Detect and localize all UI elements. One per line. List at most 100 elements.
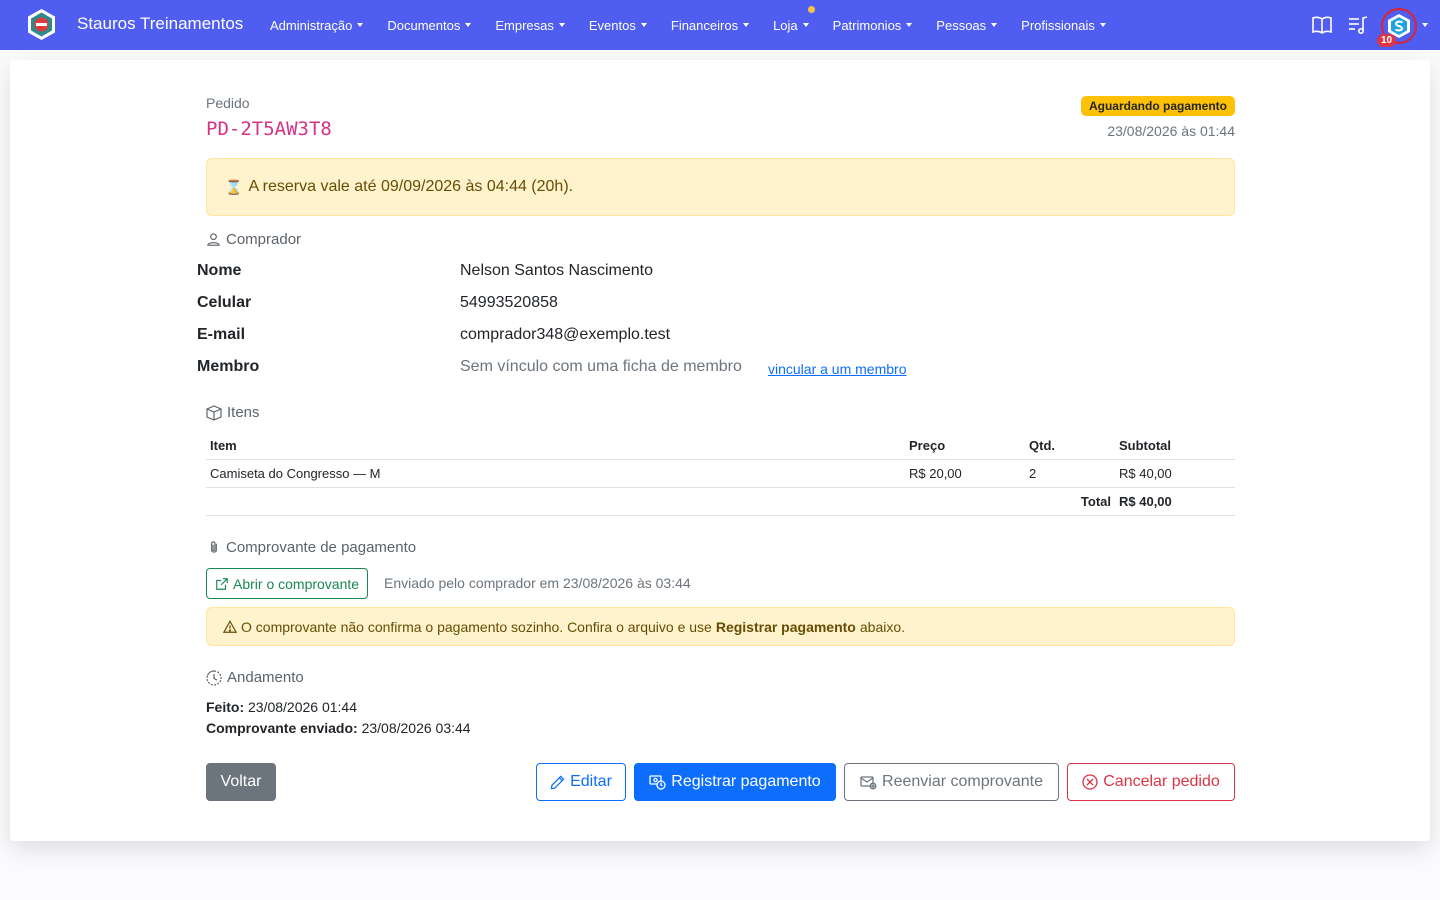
warning-suffix: abaixo. bbox=[859, 618, 906, 635]
user-avatar-button[interactable]: 10 bbox=[1377, 8, 1417, 47]
buyer-phone: 54993520858 bbox=[460, 294, 558, 311]
phone-label: Celular bbox=[197, 294, 252, 311]
link-member-link[interactable]: vincular a um membro bbox=[768, 361, 907, 377]
email-label: E-mail bbox=[197, 326, 246, 343]
menu-label: Empresas bbox=[495, 17, 554, 33]
menu-label: Patrimonios bbox=[832, 17, 902, 33]
warning-triangle-icon bbox=[223, 619, 237, 633]
order-date: 23/08/2026 às 01:44 bbox=[1107, 123, 1235, 139]
button-label: Abrir o comprovante bbox=[233, 575, 360, 592]
brand-logo-icon[interactable] bbox=[25, 8, 58, 41]
menu-label: Pessoas bbox=[936, 17, 987, 33]
header-subtotal: Subtotal bbox=[1115, 432, 1235, 460]
items-section-title: Itens bbox=[206, 404, 260, 421]
menu-empresas[interactable]: Empresas bbox=[495, 18, 565, 33]
caret-down-icon bbox=[1099, 23, 1106, 28]
cell-item: Camiseta do Congresso — M bbox=[206, 459, 905, 488]
menu-administracao[interactable]: Administração bbox=[270, 17, 364, 33]
menu-loja[interactable]: Loja bbox=[773, 5, 815, 33]
menu-label: Eventos bbox=[588, 17, 636, 33]
caret-down-icon bbox=[906, 23, 913, 28]
register-payment-button[interactable]: Registrar pagamento bbox=[634, 763, 836, 801]
table-header-row: Item Preço Qtd. Subtotal bbox=[206, 432, 1235, 460]
external-link-icon bbox=[216, 577, 228, 590]
total-value: R$ 40,00 bbox=[1115, 487, 1235, 516]
notification-count-badge: 10 bbox=[1377, 34, 1397, 47]
clock-history-icon bbox=[206, 669, 222, 686]
edit-button[interactable]: Editar bbox=[536, 763, 626, 801]
made-label: Feito: bbox=[206, 699, 245, 715]
brand-name[interactable]: Stauros Treinamentos bbox=[77, 14, 243, 34]
section-label: Comprovante de pagamento bbox=[226, 539, 417, 556]
receipt-section-title: Comprovante de pagamento bbox=[206, 539, 416, 556]
items-table: Item Preço Qtd. Subtotal Camiseta do Con… bbox=[206, 432, 1235, 516]
menu-pessoas[interactable]: Pessoas bbox=[936, 17, 998, 33]
name-label: Nome bbox=[197, 262, 242, 279]
sent-value: 23/08/2026 03:44 bbox=[361, 720, 471, 736]
person-icon bbox=[207, 233, 220, 246]
resend-receipt-button[interactable]: Reenviar comprovante bbox=[844, 763, 1059, 801]
cell-price: R$ 20,00 bbox=[905, 459, 1025, 488]
button-label: Reenviar comprovante bbox=[882, 773, 1043, 790]
caret-down-icon bbox=[640, 23, 647, 28]
warning-bold-text: Registrar pagamento bbox=[715, 618, 856, 635]
caret-down-icon[interactable] bbox=[1422, 23, 1428, 27]
total-label: Total bbox=[206, 487, 1115, 516]
paperclip-icon bbox=[211, 541, 217, 553]
book-icon[interactable] bbox=[1311, 14, 1333, 36]
pencil-icon bbox=[550, 775, 565, 789]
hourglass-icon: ⌛ bbox=[225, 178, 243, 195]
order-label: Pedido bbox=[206, 95, 250, 111]
notification-dot bbox=[807, 5, 815, 13]
receipt-sent-info: Enviado pelo comprador em 23/08/2026 às … bbox=[384, 575, 691, 591]
menu-label: Financeiros bbox=[670, 17, 739, 33]
progress-section-title: Andamento bbox=[206, 669, 304, 686]
button-label: Registrar pagamento bbox=[671, 773, 821, 790]
caret-down-icon bbox=[743, 23, 750, 28]
menu-label: Administração bbox=[270, 17, 353, 33]
envelope-gear-icon bbox=[860, 776, 877, 790]
header-price: Preço bbox=[905, 432, 1025, 460]
made-value: 23/08/2026 01:44 bbox=[248, 699, 357, 715]
cell-qty: 2 bbox=[1025, 459, 1115, 488]
warning-text: O comprovante não confirma o pagamento s… bbox=[241, 618, 712, 635]
buyer-email: comprador348@exemplo.test bbox=[460, 326, 671, 343]
menu-label: Documentos bbox=[387, 17, 461, 33]
buyer-name: Nelson Santos Nascimento bbox=[460, 262, 653, 279]
total-row: Total R$ 40,00 bbox=[206, 487, 1235, 516]
cancel-order-button[interactable]: Cancelar pedido bbox=[1067, 763, 1235, 801]
section-label: Itens bbox=[227, 404, 260, 421]
member-status: Sem vínculo com uma ficha de membro bbox=[460, 358, 742, 375]
button-label: Voltar bbox=[220, 773, 262, 790]
cash-register-icon bbox=[649, 775, 666, 790]
progress-made: Feito: 23/08/2026 01:44 bbox=[206, 699, 357, 715]
menu-label: Profissionais bbox=[1021, 17, 1095, 33]
caret-down-icon bbox=[357, 23, 364, 28]
cell-subtotal: R$ 40,00 bbox=[1115, 459, 1235, 488]
box-icon bbox=[206, 404, 222, 421]
reservation-alert: ⌛ A reserva vale até 09/09/2026 às 04:44… bbox=[206, 158, 1235, 216]
buyer-section-title: Comprador bbox=[206, 231, 301, 248]
back-button[interactable]: Voltar bbox=[206, 763, 276, 801]
caret-down-icon bbox=[465, 23, 472, 28]
menu-documentos[interactable]: Documentos bbox=[387, 17, 472, 33]
header-qty: Qtd. bbox=[1025, 432, 1115, 460]
sent-label: Comprovante enviado: bbox=[206, 720, 358, 736]
menu-patrimonios[interactable]: Patrimonios bbox=[833, 18, 913, 33]
header-item: Item bbox=[206, 432, 905, 460]
section-label: Comprador bbox=[226, 231, 302, 248]
caret-down-icon bbox=[802, 23, 809, 28]
menu-profissionais[interactable]: Profissionais bbox=[1021, 18, 1106, 33]
menu-financeiros[interactable]: Financeiros bbox=[670, 17, 750, 33]
open-receipt-button[interactable]: Abrir o comprovante bbox=[206, 568, 369, 599]
x-circle-icon bbox=[1082, 774, 1098, 790]
button-label: Cancelar pedido bbox=[1103, 773, 1220, 790]
progress-receipt-sent: Comprovante enviado: 23/08/2026 03:44 bbox=[206, 720, 471, 736]
section-label: Andamento bbox=[227, 669, 304, 686]
main-menu: Administração Documentos Empresas Evento… bbox=[270, 0, 1130, 50]
receipt-warning-alert: O comprovante não confirma o pagamento s… bbox=[206, 607, 1235, 646]
menu-eventos[interactable]: Eventos bbox=[589, 18, 647, 33]
table-row: Camiseta do Congresso — M R$ 20,00 2 R$ … bbox=[206, 459, 1235, 488]
music-list-icon[interactable] bbox=[1347, 14, 1369, 36]
reservation-text: A reserva vale até 09/09/2026 às 04:44 (… bbox=[248, 178, 574, 195]
